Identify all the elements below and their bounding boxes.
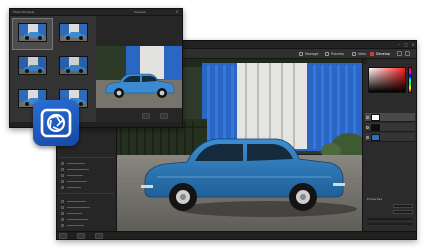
right-dock-panel: Properties: [362, 59, 416, 231]
checkbox-icon: [61, 185, 64, 189]
preview-image[interactable]: [96, 46, 182, 108]
tab-develop-label: Develop: [376, 52, 390, 56]
status-button[interactable]: [95, 233, 103, 239]
status-bar: [57, 231, 416, 239]
layer-row[interactable]: [365, 123, 415, 132]
tab-process-label: Process: [331, 52, 344, 56]
preview-button[interactable]: [142, 113, 150, 119]
thumbnail[interactable]: [12, 18, 53, 50]
checkbox-icon: [61, 173, 64, 177]
left-panel-item[interactable]: [61, 185, 81, 189]
layer-row[interactable]: [365, 113, 415, 122]
left-panel-item[interactable]: [61, 223, 84, 227]
view-icon: [352, 52, 356, 56]
left-panel-item-label: [67, 218, 88, 220]
eye-icon[interactable]: [366, 116, 369, 119]
thumbnail-image: [18, 23, 47, 42]
browser-title: Photo Browser: [13, 10, 35, 14]
preview-pane: [96, 16, 182, 122]
left-panel-item[interactable]: [61, 217, 88, 221]
search-icon[interactable]: [397, 51, 402, 56]
left-panel-item[interactable]: [61, 179, 87, 183]
develop-icon: [370, 52, 374, 56]
left-panel-item[interactable]: [61, 199, 86, 203]
browser-titlebar: Photo Browser Preview ×: [10, 9, 182, 16]
left-panel-item[interactable]: [61, 211, 82, 215]
checkbox-icon: [61, 205, 64, 209]
left-panel-item-label: [67, 180, 87, 182]
left-panel-item[interactable]: [61, 205, 90, 209]
color-picker-field[interactable]: [368, 67, 406, 93]
left-panel-item-label: [67, 200, 86, 202]
checkbox-icon: [61, 161, 64, 165]
checkbox-icon: [61, 179, 64, 183]
tab-view[interactable]: View: [352, 51, 366, 57]
hue-slider[interactable]: [408, 67, 412, 93]
layer-row[interactable]: [365, 133, 415, 142]
minimize-icon[interactable]: –: [396, 42, 402, 47]
layer-thumbnail: [371, 124, 380, 131]
tab-process[interactable]: Process: [325, 51, 344, 57]
status-button[interactable]: [59, 233, 67, 239]
tab-manage-label: Manage: [305, 52, 319, 56]
thumbnail[interactable]: [54, 52, 93, 82]
left-panel-item-label: [67, 162, 85, 164]
thumbnail[interactable]: [13, 52, 52, 82]
layer-thumbnail: [371, 114, 380, 121]
left-panel-item-label: [67, 168, 89, 170]
thumbnail-image: [59, 23, 88, 42]
layer-thumbnail: [371, 134, 380, 141]
close-icon[interactable]: ×: [410, 42, 416, 47]
checkbox-icon: [61, 217, 64, 221]
checkbox-icon: [61, 223, 64, 227]
left-panel-divider: [59, 193, 114, 194]
left-panel-item[interactable]: [61, 161, 85, 165]
process-icon: [325, 52, 329, 56]
close-icon[interactable]: ×: [174, 9, 180, 14]
tab-develop[interactable]: Develop: [370, 51, 390, 57]
left-panel-item-label: [67, 206, 90, 208]
manage-icon: [299, 52, 303, 56]
left-panel-item-label: [67, 224, 84, 226]
thumbnail-image: [59, 56, 88, 75]
preview-button[interactable]: [160, 113, 168, 119]
aperture-icon: [40, 108, 72, 138]
settings-icon[interactable]: [405, 51, 410, 56]
checkbox-icon: [61, 211, 64, 215]
left-panel-item[interactable]: [61, 173, 83, 177]
thumbnail-image: [18, 56, 47, 75]
properties-header: Properties: [367, 197, 383, 201]
tab-manage[interactable]: Manage: [299, 51, 318, 57]
thumbnail[interactable]: [54, 19, 93, 49]
eye-icon[interactable]: [366, 126, 369, 129]
property-field[interactable]: [393, 204, 413, 208]
property-slider[interactable]: [367, 223, 413, 225]
property-field[interactable]: [393, 210, 413, 214]
left-panel-item-label: [67, 186, 81, 188]
property-slider[interactable]: [367, 218, 413, 220]
checkbox-icon: [61, 167, 64, 171]
eye-icon[interactable]: [366, 136, 369, 139]
maximize-icon[interactable]: □: [403, 42, 409, 47]
left-panel-item-label: [67, 212, 82, 214]
status-button[interactable]: [77, 233, 85, 239]
checkbox-icon: [61, 199, 64, 203]
left-panel-item-label: [67, 174, 83, 176]
left-panel-item[interactable]: [61, 167, 89, 171]
preview-title: Preview: [134, 10, 146, 14]
tab-view-label: View: [358, 52, 367, 56]
app-logo: [33, 100, 79, 146]
left-panel-divider: [59, 157, 114, 158]
color-panel-tab[interactable]: [363, 59, 367, 64]
